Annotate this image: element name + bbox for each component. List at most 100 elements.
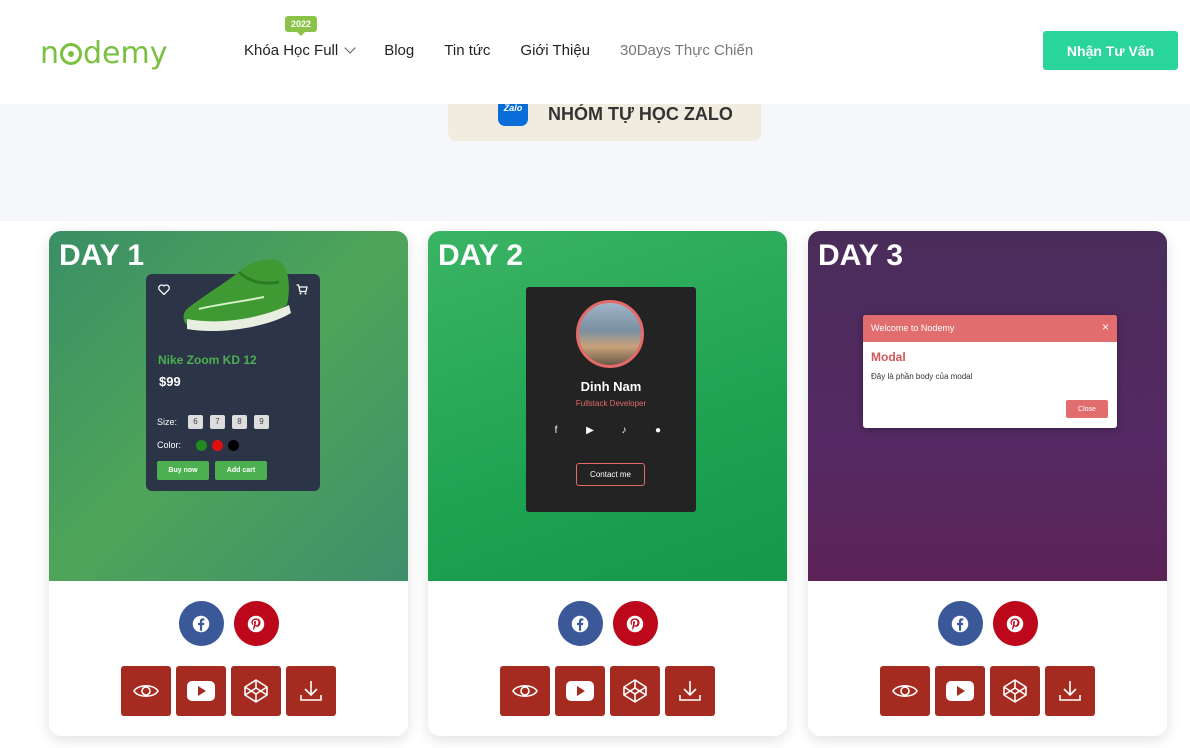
modal-title: Modal	[871, 350, 906, 364]
site-header: n demy 2022 Khóa Học Full Blog Tin tức Gi…	[0, 0, 1190, 104]
cart-icon	[296, 284, 308, 295]
share-buttons	[808, 601, 1167, 646]
nav-item-blog[interactable]: Blog	[384, 42, 414, 59]
view-demo-button[interactable]	[121, 666, 171, 716]
facebook-icon	[951, 615, 969, 632]
download-button[interactable]	[286, 666, 336, 716]
color-swatch[interactable]	[196, 440, 207, 451]
color-swatch[interactable]	[212, 440, 223, 451]
day-card-3: DAY 3 Welcome to Nodemy × Modal Đây là p…	[808, 231, 1167, 736]
nav-item-label: Khóa Học Full	[244, 42, 339, 59]
download-button[interactable]	[665, 666, 715, 716]
github-icon[interactable]: ●	[652, 425, 664, 436]
day-title: DAY 3	[818, 239, 904, 272]
color-label: Color:	[157, 440, 182, 450]
pinterest-icon	[626, 615, 644, 632]
facebook-share-button[interactable]	[178, 601, 224, 646]
codepen-button[interactable]	[231, 666, 281, 716]
color-options	[196, 440, 239, 451]
size-option[interactable]: 9	[254, 415, 269, 429]
size-option[interactable]: 6	[188, 415, 203, 429]
contact-me-button[interactable]: Contact me	[576, 463, 645, 486]
share-buttons	[428, 601, 787, 646]
facebook-share-button[interactable]	[937, 601, 983, 646]
pinterest-icon	[247, 615, 265, 632]
codepen-icon	[623, 679, 647, 703]
facebook-share-button[interactable]	[557, 601, 603, 646]
download-icon	[679, 681, 701, 701]
main-nav: 2022 Khóa Học Full Blog Tin tức Giới Thi…	[244, 16, 783, 59]
codepen-icon	[1003, 679, 1027, 703]
youtube-button[interactable]	[935, 666, 985, 716]
pinterest-share-button[interactable]	[992, 601, 1038, 646]
tiktok-icon[interactable]: ♪	[618, 425, 630, 436]
chevron-down-icon	[344, 42, 356, 54]
profile-name: Dinh Nam	[580, 379, 642, 394]
social-links: f ▶ ♪ ●	[550, 425, 664, 436]
youtube-icon	[187, 681, 215, 701]
size-option[interactable]: 8	[232, 415, 247, 429]
logo-text-end: demy	[83, 36, 168, 71]
view-demo-button[interactable]	[880, 666, 930, 716]
pinterest-share-button[interactable]	[612, 601, 658, 646]
modal-body: Đây là phần body của modal	[871, 372, 973, 381]
eye-icon	[892, 684, 918, 698]
facebook-icon[interactable]: f	[550, 425, 562, 436]
nav-item-courses[interactable]: 2022 Khóa Học Full	[244, 16, 356, 59]
heart-icon	[158, 284, 170, 295]
youtube-icon	[946, 681, 974, 701]
logo-o-icon	[60, 43, 83, 65]
eye-icon	[512, 684, 538, 698]
shoe-image	[183, 259, 291, 332]
codepen-icon	[244, 679, 268, 703]
modal-header-title: Welcome to Nodemy	[871, 323, 955, 333]
nav-item-news[interactable]: Tin tức	[444, 42, 490, 59]
card-preview[interactable]: DAY 2 Dinh Nam Fullstack Developer f ▶ ♪…	[428, 231, 787, 581]
facebook-icon	[571, 615, 589, 632]
youtube-button[interactable]	[176, 666, 226, 716]
profile-card: Dinh Nam Fullstack Developer f ▶ ♪ ● Con…	[526, 287, 696, 512]
youtube-icon[interactable]: ▶	[584, 425, 596, 436]
card-preview[interactable]: DAY 1 Nike Zoom KD 12 $99 Size: 6 7 8 9 …	[49, 231, 408, 581]
codepen-button[interactable]	[610, 666, 660, 716]
product-price: $99	[159, 374, 181, 389]
action-buttons	[428, 666, 787, 716]
modal-close-button[interactable]: Close	[1066, 400, 1108, 418]
view-demo-button[interactable]	[500, 666, 550, 716]
modal-preview: Welcome to Nodemy × Modal Đây là phần bo…	[863, 315, 1117, 428]
avatar	[576, 300, 644, 368]
facebook-icon	[192, 615, 210, 632]
share-buttons	[49, 601, 408, 646]
modal-header: Welcome to Nodemy ×	[863, 315, 1117, 342]
color-swatch[interactable]	[228, 440, 239, 451]
download-button[interactable]	[1045, 666, 1095, 716]
size-options: 6 7 8 9	[188, 415, 269, 429]
nav-item-30days[interactable]: 30Days Thực Chiến	[620, 42, 753, 59]
close-icon[interactable]: ×	[1102, 320, 1109, 334]
day-title: DAY 1	[59, 239, 145, 272]
logo[interactable]: n demy	[40, 36, 168, 71]
size-label: Size:	[157, 417, 178, 427]
profile-role: Fullstack Developer	[575, 399, 647, 408]
day-card-2: DAY 2 Dinh Nam Fullstack Developer f ▶ ♪…	[428, 231, 787, 736]
day-card-1: DAY 1 Nike Zoom KD 12 $99 Size: 6 7 8 9 …	[49, 231, 408, 736]
pinterest-share-button[interactable]	[233, 601, 279, 646]
download-icon	[1059, 681, 1081, 701]
consult-button[interactable]: Nhận Tư Vấn	[1043, 31, 1178, 70]
nav-item-about[interactable]: Giới Thiệu	[520, 42, 590, 59]
action-buttons	[49, 666, 408, 716]
pinterest-icon	[1006, 615, 1024, 632]
buy-now-button[interactable]: Buy now	[157, 461, 209, 480]
youtube-icon	[566, 681, 594, 701]
year-badge: 2022	[285, 16, 318, 36]
eye-icon	[133, 684, 159, 698]
codepen-button[interactable]	[990, 666, 1040, 716]
youtube-button[interactable]	[555, 666, 605, 716]
logo-text-start: n	[40, 36, 60, 71]
action-buttons	[808, 666, 1167, 716]
day-title: DAY 2	[438, 239, 524, 272]
card-preview[interactable]: DAY 3 Welcome to Nodemy × Modal Đây là p…	[808, 231, 1167, 581]
add-cart-button[interactable]: Add cart	[215, 461, 267, 480]
size-option[interactable]: 7	[210, 415, 225, 429]
zalo-label: NHÓM TỰ HỌC ZALO	[548, 104, 733, 124]
